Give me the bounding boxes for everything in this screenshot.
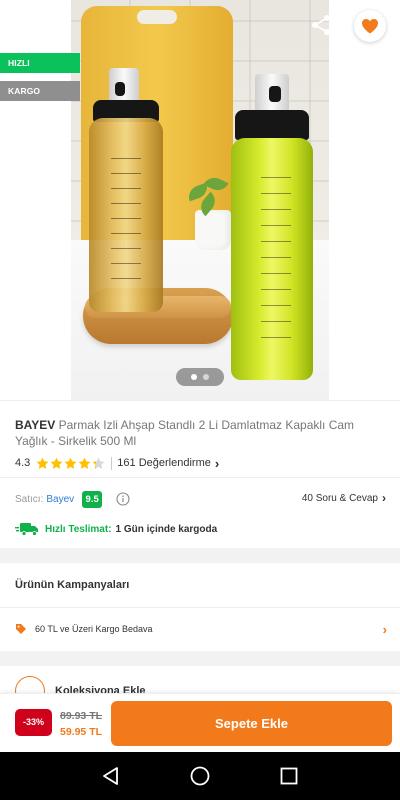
favorite-button[interactable] bbox=[354, 10, 386, 42]
star-icon bbox=[78, 457, 91, 469]
product-name: Parmak Izli Ahşap Standlı 2 Li Damlatmaz… bbox=[15, 418, 355, 448]
seller-score-badge: 9.5 bbox=[82, 490, 103, 508]
tag-icon bbox=[16, 624, 26, 634]
product-image-gallery[interactable]: HIZLI TESLİMAT KARGO BEDAVA bbox=[0, 0, 400, 400]
gallery-pager bbox=[176, 368, 224, 386]
star-icon bbox=[64, 457, 77, 469]
shipping-info: Hızlı Teslimat: 1 Gün içinde kargoda bbox=[15, 521, 217, 537]
nav-recents-icon[interactable] bbox=[277, 764, 301, 788]
rating-value: 4.3 bbox=[15, 457, 31, 469]
chevron-right-icon: › bbox=[214, 455, 220, 471]
chevron-right-icon: › bbox=[382, 491, 386, 505]
star-icon bbox=[36, 457, 49, 469]
campaign-text: 60 TL ve Üzeri Kargo Bedava bbox=[35, 624, 153, 634]
buy-bar: -33% 89.93 TL 59.95 TL Sepete Ekle bbox=[0, 693, 400, 752]
star-icon bbox=[92, 457, 105, 469]
pager-dot bbox=[203, 374, 209, 380]
info-icon[interactable] bbox=[116, 492, 130, 506]
product-title: BAYEV Parmak Izli Ahşap Standlı 2 Li Dam… bbox=[15, 417, 385, 449]
qa-label: 40 Soru & Cevap bbox=[301, 492, 378, 504]
add-to-cart-button[interactable]: Sepete Ekle bbox=[111, 701, 392, 746]
heart-icon bbox=[362, 19, 378, 34]
truck-icon bbox=[15, 523, 38, 536]
current-price: 59.95 TL bbox=[60, 726, 103, 738]
fast-delivery-badge: HIZLI TESLİMAT bbox=[0, 53, 80, 88]
rating-stars bbox=[36, 457, 105, 470]
star-icon bbox=[50, 457, 63, 469]
share-button[interactable] bbox=[308, 12, 334, 38]
back-arrow-icon bbox=[17, 16, 36, 34]
pager-dot-active bbox=[191, 374, 197, 380]
share-icon bbox=[312, 15, 330, 35]
campaign-item[interactable]: 60 TL ve Üzeri Kargo Bedava › bbox=[15, 620, 387, 638]
rating-row[interactable]: 4.3 161 Değerlendirme › bbox=[15, 455, 219, 471]
seller-name-link[interactable]: Bayev bbox=[46, 494, 74, 505]
shipping-label: Hızlı Teslimat: bbox=[45, 523, 112, 535]
back-button[interactable] bbox=[12, 10, 42, 40]
chevron-right-icon: › bbox=[382, 621, 387, 637]
product-brand[interactable]: BAYEV bbox=[15, 418, 55, 432]
shipping-text: 1 Gün içinde kargoda bbox=[115, 523, 218, 535]
product-info: BAYEV Parmak Izli Ahşap Standlı 2 Li Dam… bbox=[0, 400, 400, 548]
old-price: 89.93 TL bbox=[60, 710, 103, 722]
campaigns-section: Ürünün Kampanyaları 60 TL ve Üzeri Kargo… bbox=[0, 563, 400, 651]
free-shipping-badge: KARGO BEDAVA bbox=[0, 81, 80, 116]
nav-back-icon[interactable] bbox=[99, 764, 123, 788]
campaigns-title: Ürünün Kampanyaları bbox=[15, 579, 130, 591]
system-navigation-bar bbox=[0, 752, 400, 800]
review-count: 161 Değerlendirme bbox=[117, 457, 211, 469]
seller-label: Satıcı: bbox=[15, 493, 44, 505]
nav-home-icon[interactable] bbox=[188, 764, 212, 788]
questions-answers-link[interactable]: 40 Soru & Cevap › bbox=[302, 491, 386, 505]
seller-row: Satıcı: Bayev 9.5 bbox=[15, 490, 130, 508]
discount-badge: -33% bbox=[15, 709, 52, 736]
product-photo bbox=[71, 0, 329, 400]
